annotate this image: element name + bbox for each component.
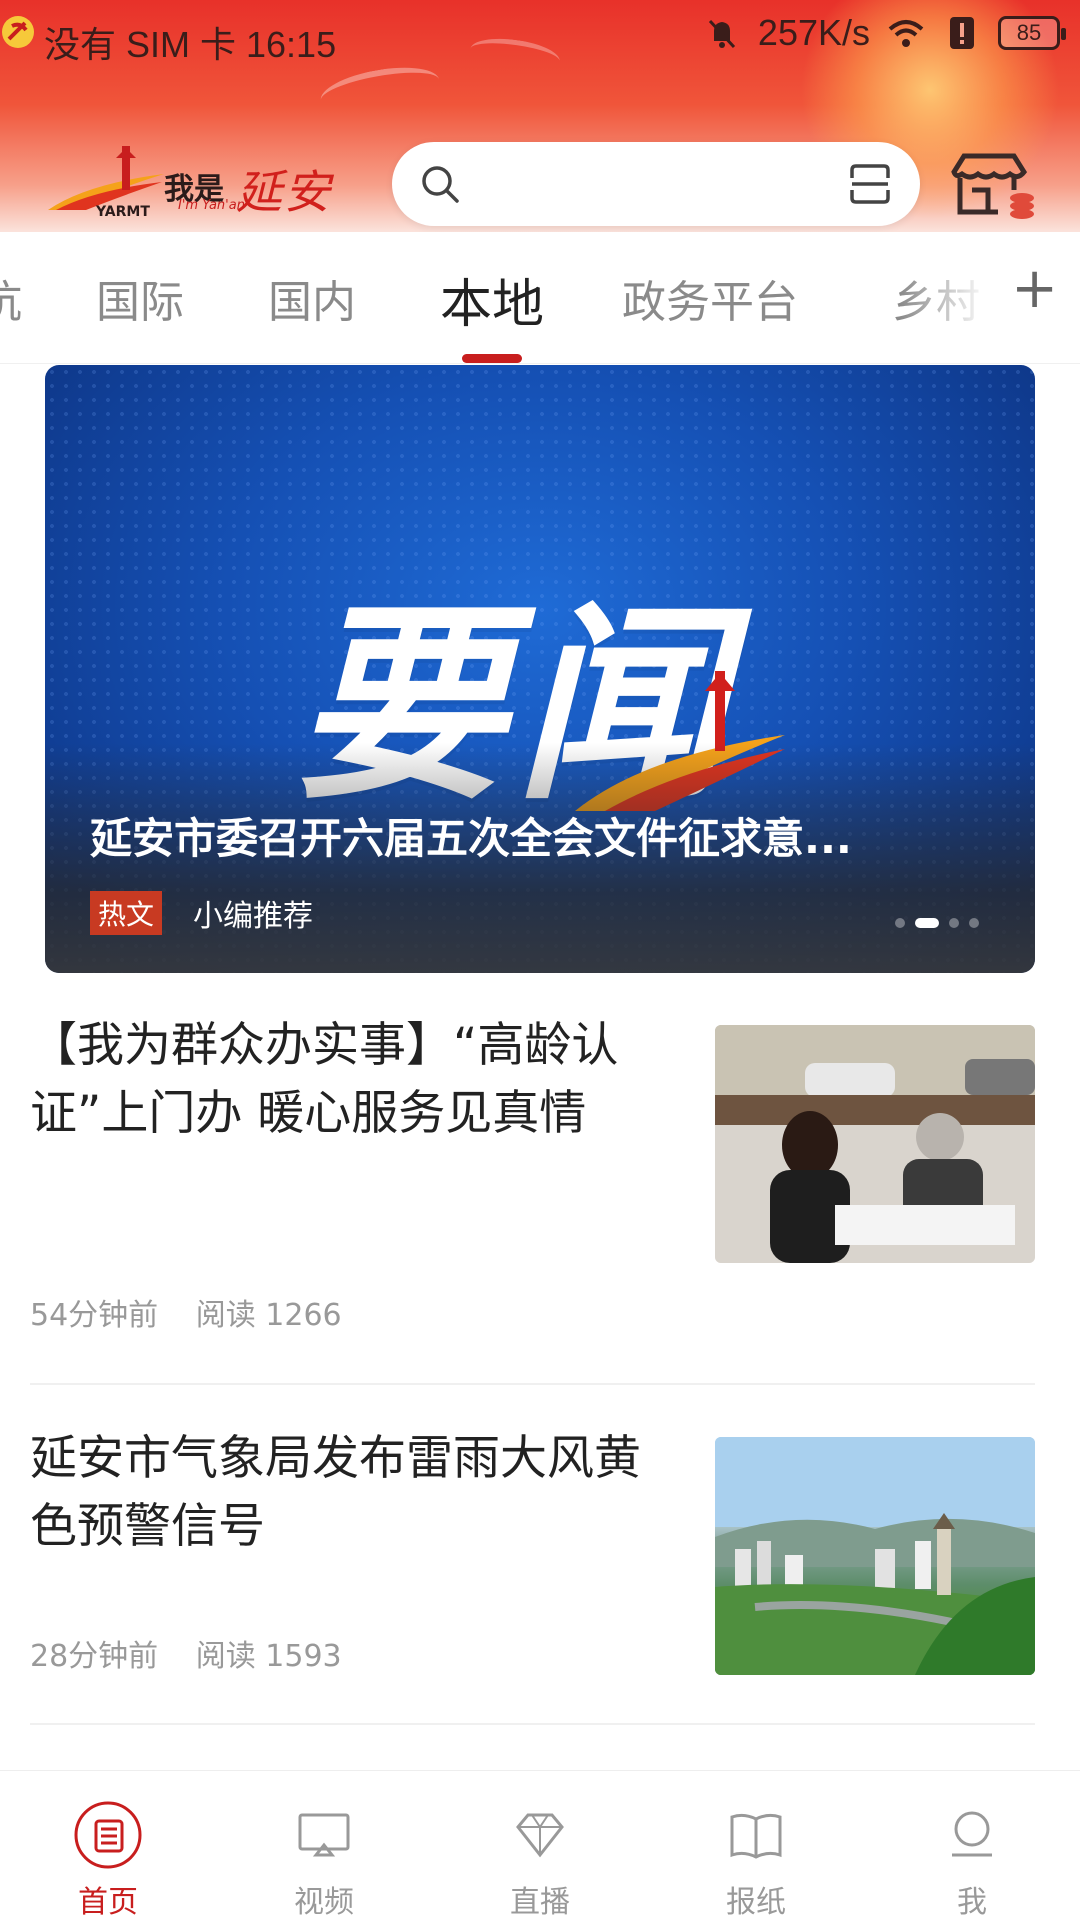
search-icon	[422, 166, 459, 203]
nav-home[interactable]: 首页	[38, 1799, 178, 1920]
sim-alert-icon	[950, 17, 974, 49]
news-item[interactable]: 【我为群众办实事】“高龄认证”上门办 暖心服务见真情 54分钟前 阅读 1266	[30, 1000, 1035, 1385]
news-thumbnail[interactable]	[715, 1437, 1035, 1675]
news-title[interactable]: 【我为群众办实事】“高龄认证”上门办 暖心服务见真情	[30, 1012, 670, 1148]
news-thumbnail[interactable]	[715, 1025, 1035, 1263]
news-item[interactable]: 延安市气象局发布雷雨大风黄色预警信号 28分钟前 阅读 1593	[30, 1385, 1035, 1725]
news-title[interactable]: 延安市气象局发布雷雨大风黄色预警信号	[30, 1425, 670, 1561]
channel-tabs: 抗 国际 国内 本地 政务平台 乡村 +	[0, 232, 1080, 364]
status-bar: 没有 SIM 卡 16:15 257K/s 85	[0, 0, 1080, 76]
nav-newspaper[interactable]: 报纸	[686, 1799, 826, 1920]
book-icon	[730, 1813, 782, 1859]
news-reads: 阅读 1266	[195, 1298, 342, 1333]
bottom-navigation: 首页 视频 直播 报纸 我	[0, 1770, 1080, 1920]
logo-text-sub: YARMT	[96, 204, 150, 220]
scan-icon[interactable]	[846, 160, 894, 208]
nav-label: 直播	[510, 1885, 570, 1920]
tab-international[interactable]: 国际	[96, 266, 184, 330]
nav-label: 首页	[78, 1885, 138, 1920]
tab-fade	[900, 232, 1020, 362]
newspaper-icon	[74, 1801, 142, 1869]
pager-dot[interactable]	[949, 918, 959, 928]
battery-indicator: 85	[998, 16, 1066, 50]
pager-dot[interactable]	[969, 918, 979, 928]
pager-dot[interactable]	[895, 918, 905, 928]
carrier-time: 没有 SIM 卡 16:15	[44, 24, 337, 65]
tab-local[interactable]: 本地	[440, 262, 544, 337]
network-speed: 257K/s	[757, 12, 870, 53]
nav-label: 报纸	[726, 1885, 786, 1920]
news-meta: 54分钟前 阅读 1266	[30, 1290, 342, 1334]
hot-badge: 热文	[90, 891, 163, 935]
nav-live[interactable]: 直播	[470, 1799, 610, 1920]
tab-active-indicator	[462, 354, 522, 363]
carousel-pager	[895, 918, 979, 928]
logo-text-sub2: I'm Yan'an	[178, 198, 245, 213]
user-icon	[952, 1811, 992, 1857]
nav-me[interactable]: 我	[902, 1799, 1042, 1920]
news-reads: 阅读 1593	[195, 1639, 342, 1674]
wifi-icon	[888, 20, 924, 47]
nav-label: 我	[957, 1885, 987, 1920]
add-channel-button[interactable]: +	[1011, 256, 1058, 321]
banner-title[interactable]: 延安市委召开六届五次全会文件征求意...	[90, 805, 990, 866]
tab-partial[interactable]: 抗	[0, 266, 22, 330]
tab-government[interactable]: 政务平台	[622, 266, 798, 330]
editor-pick-label: 小编推荐	[193, 899, 313, 934]
tab-domestic[interactable]: 国内	[268, 266, 356, 330]
news-time: 54分钟前	[30, 1298, 159, 1333]
news-time: 28分钟前	[30, 1639, 159, 1674]
mute-bell-icon	[708, 19, 736, 49]
city-landscape-photo	[715, 1437, 1035, 1675]
photo-illustration	[715, 1025, 1035, 1263]
carousel-banner[interactable]: 要闻 延安市委召开六届五次全会文件征求意... 热文 小编推荐	[45, 365, 1035, 973]
nav-label: 视频	[294, 1885, 354, 1920]
news-meta: 28分钟前 阅读 1593	[30, 1631, 342, 1675]
diamond-icon	[516, 1813, 564, 1858]
nav-video[interactable]: 视频	[254, 1799, 394, 1920]
logo-text-script: 延安	[236, 165, 332, 219]
tv-icon	[298, 1813, 350, 1857]
party-emblem-icon	[2, 16, 34, 48]
pager-dot-active[interactable]	[915, 918, 939, 928]
app-logo: 我是 延安 YARMT I'm Yan'an	[46, 138, 346, 228]
store-icon[interactable]	[948, 150, 1038, 220]
search-bar[interactable]	[392, 142, 920, 226]
